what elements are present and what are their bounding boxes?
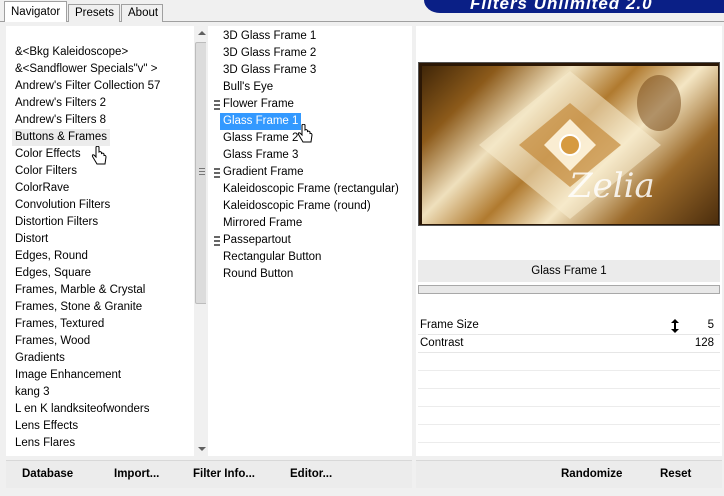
filter-item[interactable]: 3D Glass Frame 3 [220, 62, 319, 79]
category-list[interactable]: &<Bkg Kaleidoscope> &<Sandflower Special… [6, 26, 206, 456]
category-item[interactable]: Distortion Filters [12, 214, 101, 231]
preview-panel: Zelia Glass Frame 1 Frame Size 5 Contras… [416, 26, 722, 456]
filter-item[interactable]: Bull's Eye [220, 79, 276, 96]
category-item[interactable]: kang 3 [12, 384, 53, 401]
filter-item[interactable]: Gradient Frame [220, 164, 307, 181]
category-item-selected[interactable]: Buttons & Frames [12, 129, 111, 146]
category-item[interactable]: Andrew's Filters 2 [12, 95, 109, 112]
category-item[interactable]: Edges, Round [12, 248, 91, 265]
param-frame-size[interactable]: Frame Size 5 [418, 317, 720, 335]
filter-list[interactable]: 3D Glass Frame 1 3D Glass Frame 2 3D Gla… [208, 26, 412, 456]
tab-presets[interactable]: Presets [68, 4, 120, 22]
reset-button[interactable]: Reset [660, 468, 691, 480]
param-contrast[interactable]: Contrast 128 [418, 335, 720, 353]
app-banner: Filters Unlimited 2.0 [424, 0, 724, 13]
category-item[interactable]: Frames, Textured [12, 316, 107, 333]
param-empty-row [418, 389, 720, 407]
preview-image: Zelia [418, 62, 720, 226]
scroll-thumb[interactable] [195, 42, 206, 304]
tab-navigator[interactable]: Navigator [4, 1, 67, 22]
param-empty-row [418, 371, 720, 389]
filter-info-button[interactable]: Filter Info... [193, 468, 255, 480]
filter-item-selected[interactable]: Glass Frame 1 [220, 113, 302, 130]
progress-bar [418, 285, 720, 294]
category-item[interactable]: Convolution Filters [12, 197, 113, 214]
category-item[interactable]: Edges, Square [12, 265, 94, 282]
hand-cursor-icon [91, 146, 107, 165]
filter-item[interactable]: 3D Glass Frame 1 [220, 28, 319, 45]
scroll-down-arrow-icon[interactable] [198, 447, 206, 451]
category-item[interactable]: &<Bkg Kaleidoscope> [12, 44, 131, 61]
category-item[interactable]: Color Filters [12, 163, 80, 180]
randomize-button[interactable]: Randomize [561, 468, 622, 480]
preview-artwork: Zelia [419, 63, 719, 225]
category-item[interactable]: ColorRave [12, 180, 72, 197]
import-button[interactable]: Import... [114, 468, 159, 480]
param-label: Frame Size [420, 319, 479, 331]
filter-item[interactable]: 3D Glass Frame 2 [220, 45, 319, 62]
editor-button[interactable]: Editor... [290, 468, 332, 480]
filter-item[interactable]: Round Button [220, 266, 296, 283]
category-item[interactable]: L en K landksiteofwonders [12, 401, 152, 418]
category-scrollbar[interactable] [194, 26, 206, 456]
category-item[interactable]: Distort [12, 231, 51, 248]
category-item[interactable]: Gradients [12, 350, 68, 367]
filter-item[interactable]: Glass Frame 2 [220, 130, 301, 147]
category-item[interactable]: Frames, Wood [12, 333, 93, 350]
param-value[interactable]: 128 [695, 337, 714, 349]
resize-cursor-icon [671, 319, 679, 333]
filter-item[interactable]: Mirrored Frame [220, 215, 305, 232]
bottom-toolbar-right: Randomize Reset [416, 460, 722, 488]
category-item[interactable]: Lens Flares [12, 435, 78, 452]
param-empty-row [418, 425, 720, 443]
category-item[interactable]: Lens Effects [12, 418, 81, 435]
filter-item[interactable]: Passepartout [220, 232, 294, 249]
category-item[interactable]: &<Sandflower Specials"v" > [12, 61, 160, 78]
grip-icon [199, 168, 205, 176]
bottom-toolbar-left: Database Import... Filter Info... Editor… [6, 460, 412, 488]
scroll-up-arrow-icon[interactable] [198, 31, 206, 35]
filter-item[interactable]: Kaleidoscopic Frame (round) [220, 198, 374, 215]
filter-item[interactable]: Kaleidoscopic Frame (rectangular) [220, 181, 402, 198]
hand-cursor-icon [297, 124, 313, 143]
category-item[interactable]: Image Enhancement [12, 367, 124, 384]
filter-item[interactable]: Rectangular Button [220, 249, 324, 266]
category-item[interactable]: Frames, Marble & Crystal [12, 282, 148, 299]
banner-title: Filters Unlimited 2.0 [470, 0, 653, 13]
param-label: Contrast [420, 337, 464, 349]
category-item[interactable]: Andrew's Filter Collection 57 [12, 78, 163, 95]
category-item[interactable]: Andrew's Filters 8 [12, 112, 109, 129]
filter-item[interactable]: Glass Frame 3 [220, 147, 301, 164]
tab-about[interactable]: About [121, 4, 163, 22]
param-empty-row [418, 407, 720, 425]
watermark-text: Zelia [568, 166, 655, 206]
selected-filter-title: Glass Frame 1 [418, 260, 720, 282]
filter-item[interactable]: Flower Frame [220, 96, 297, 113]
database-button[interactable]: Database [22, 468, 73, 480]
category-item[interactable]: Color Effects [12, 146, 84, 163]
param-value[interactable]: 5 [708, 319, 714, 331]
category-item[interactable]: Frames, Stone & Granite [12, 299, 145, 316]
param-empty-row [418, 353, 720, 371]
